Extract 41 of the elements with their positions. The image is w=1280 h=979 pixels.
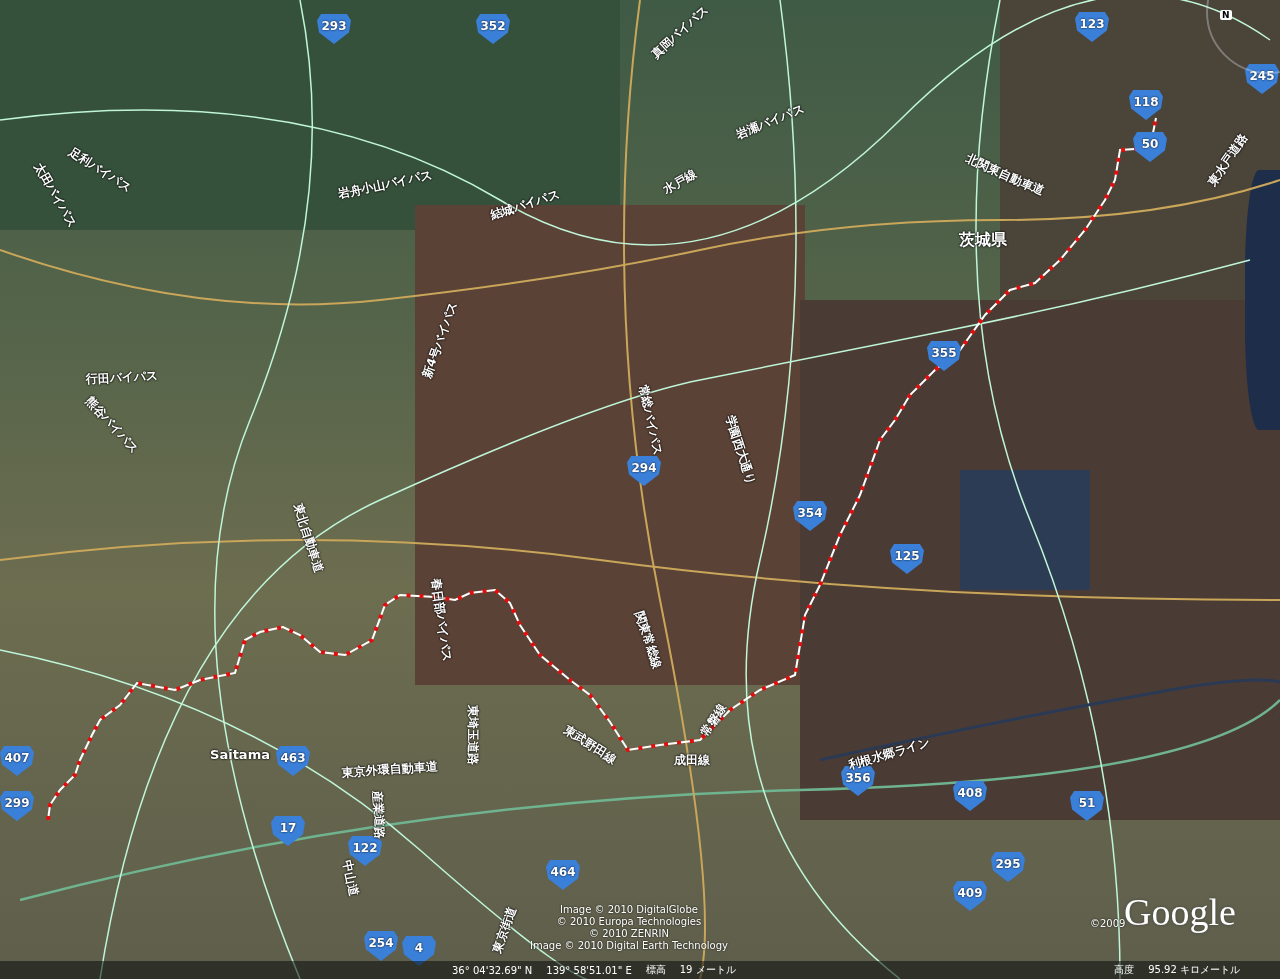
route-shield: 17 bbox=[271, 816, 305, 846]
route-shield: 463 bbox=[276, 746, 310, 776]
road-label: 東京外環自動車道 bbox=[341, 758, 439, 782]
route-shield: 254 bbox=[364, 931, 398, 961]
road-label: 東埼玉道路 bbox=[464, 705, 481, 765]
road-label: 常磐線 bbox=[697, 700, 731, 740]
road-label: 水戸線 bbox=[660, 165, 700, 199]
altitude-label: 高度 bbox=[1114, 963, 1135, 977]
attribution-text: © 2010 ZENRIN bbox=[589, 928, 669, 940]
route-shield: 4 bbox=[402, 936, 436, 966]
route-shield: 295 bbox=[991, 852, 1025, 882]
road-label: 東武野田線 bbox=[560, 721, 620, 769]
latitude-text: 36° 04'32.69" N bbox=[452, 964, 533, 976]
road-label: 関東常総線 bbox=[631, 608, 666, 672]
road-label: 東京街道 bbox=[488, 904, 521, 956]
route-shield: 299 bbox=[0, 791, 34, 821]
elevation-value: 19 メートル bbox=[679, 963, 736, 977]
attribution-text: © 2010 Europa Technologies bbox=[556, 916, 702, 928]
road-label: 熊谷バイパス bbox=[82, 392, 143, 458]
north-indicator: N bbox=[1220, 10, 1232, 20]
road-label: 東水戸道路 bbox=[1203, 130, 1252, 190]
road-label: 岩舟小山バイパス bbox=[336, 166, 434, 204]
route-shield: 409 bbox=[953, 881, 987, 911]
road-label: 結城バイパス bbox=[488, 185, 562, 225]
road-label: 行田バイパス bbox=[85, 367, 159, 389]
route-shield: 407 bbox=[0, 746, 34, 776]
road-label: 常総バイパス bbox=[635, 383, 666, 457]
road-label: 東北自動車道 bbox=[289, 501, 328, 575]
road-label: 新4号バイパス bbox=[418, 299, 461, 381]
longitude-text: 139° 58'51.01" E bbox=[546, 964, 632, 976]
elevation-label: 標高 bbox=[645, 963, 666, 977]
road-label: 北関東自動車道 bbox=[963, 150, 1047, 200]
road-label: 春日部バイパス bbox=[427, 577, 456, 663]
road-label: 岩瀬バイパス bbox=[733, 100, 807, 144]
road-label: 成田線 bbox=[674, 751, 710, 769]
route-shield: 464 bbox=[546, 860, 580, 890]
road-label: 真岡バイパス bbox=[647, 1, 713, 63]
attribution-text: Image © 2010 DigitalGlobe bbox=[560, 904, 698, 916]
altitude-value: 95.92 キロメートル bbox=[1148, 963, 1240, 977]
logo: Google bbox=[1124, 890, 1236, 934]
road-label: 学園西大通り bbox=[721, 413, 760, 487]
